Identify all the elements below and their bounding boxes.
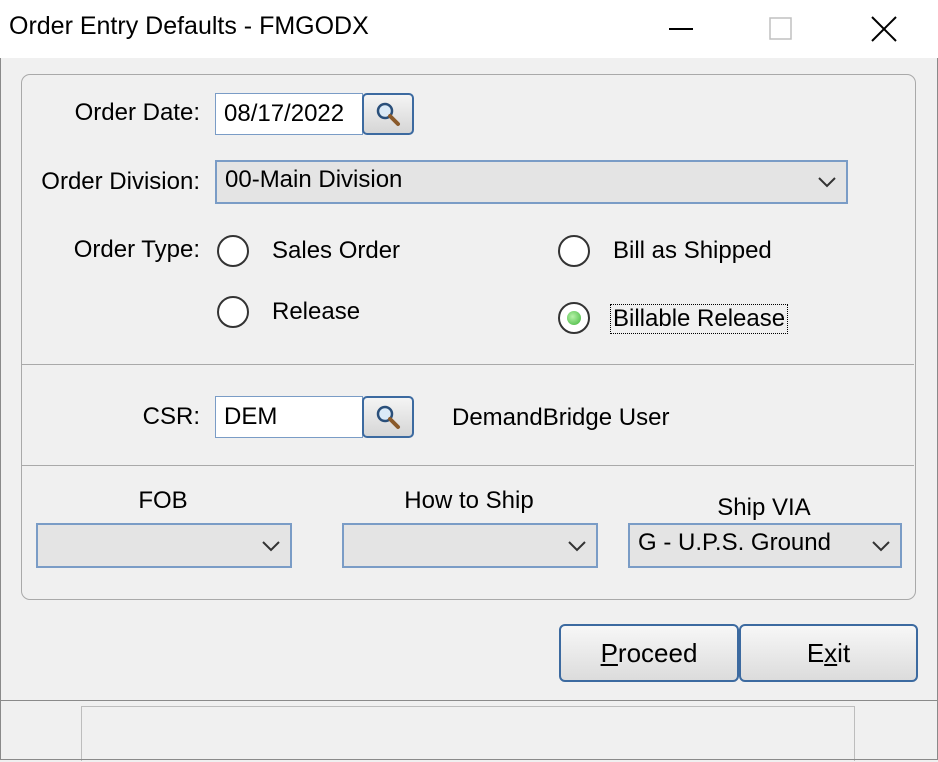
minimize-icon — [669, 28, 693, 30]
exit-button-label: Exit — [806, 637, 851, 668]
csr-lookup-button[interactable] — [362, 396, 414, 438]
maximize-icon — [769, 17, 792, 40]
chevron-down-icon — [262, 525, 280, 566]
order-division-select[interactable]: 00-Main Division — [215, 160, 848, 204]
order-type-label: Order Type: — [73, 236, 200, 263]
fob-label: FOB — [138, 487, 188, 514]
radio-release[interactable] — [217, 296, 249, 328]
chevron-down-icon — [818, 162, 836, 202]
radio-button[interactable] — [217, 235, 249, 267]
minimize-button[interactable] — [631, 0, 731, 58]
order-date-input[interactable]: 08/17/2022 — [215, 93, 363, 135]
ship-via-value: G - U.P.S. Ground — [638, 529, 831, 556]
proceed-button[interactable]: Proceed — [559, 624, 739, 682]
chevron-down-icon — [568, 525, 586, 566]
radio-button[interactable] — [217, 296, 249, 328]
status-panel — [81, 706, 855, 761]
radio-billable-release-label[interactable]: Billable Release — [610, 304, 789, 334]
order-date-lookup-button[interactable] — [362, 93, 414, 135]
divider — [22, 465, 914, 466]
radio-button-selected[interactable] — [558, 302, 590, 334]
radio-button[interactable] — [558, 235, 590, 267]
order-division-label: Order Division: — [41, 168, 200, 195]
csr-name: DemandBridge User — [452, 404, 670, 431]
radio-selected-dot — [567, 311, 581, 325]
radio-bill-as-shipped-label[interactable]: Bill as Shipped — [613, 237, 772, 265]
divider — [22, 364, 914, 365]
how-to-ship-select[interactable] — [342, 523, 598, 568]
chevron-down-icon — [872, 525, 890, 566]
window-title: Order Entry Defaults - FMGODX — [9, 12, 369, 40]
magnifier-icon — [376, 102, 400, 126]
exit-button[interactable]: Exit — [739, 624, 918, 682]
order-date-label: Order Date: — [74, 99, 200, 126]
csr-input[interactable]: DEM — [215, 396, 363, 438]
radio-bill-as-shipped[interactable] — [558, 235, 590, 267]
proceed-button-label: Proceed — [600, 637, 698, 668]
how-to-ship-label: How to Ship — [404, 487, 534, 514]
fob-select[interactable] — [36, 523, 292, 568]
ship-via-select[interactable]: G - U.P.S. Ground — [628, 523, 902, 568]
magnifier-icon — [376, 405, 400, 429]
radio-sales-order-label[interactable]: Sales Order — [272, 237, 400, 265]
order-division-value: 00-Main Division — [225, 166, 403, 193]
radio-sales-order[interactable] — [217, 235, 249, 267]
csr-label: CSR: — [142, 403, 200, 430]
close-button[interactable] — [834, 0, 934, 58]
radio-billable-release[interactable] — [558, 302, 590, 334]
maximize-button[interactable] — [731, 0, 831, 58]
close-icon — [871, 16, 897, 42]
radio-release-label[interactable]: Release — [272, 298, 360, 326]
title-bar: Order Entry Defaults - FMGODX — [0, 0, 938, 58]
ship-via-label: Ship VIA — [717, 494, 811, 521]
